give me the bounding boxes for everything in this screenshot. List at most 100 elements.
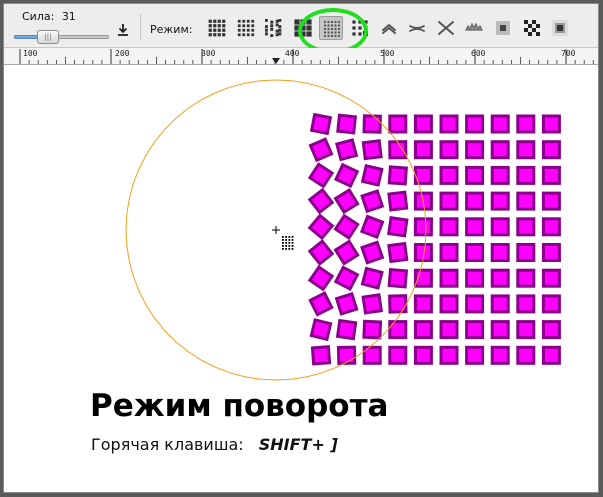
grid-square[interactable] xyxy=(465,165,485,185)
grid-square[interactable] xyxy=(490,345,510,365)
hotkey-value: SHIFT+ ] xyxy=(258,435,338,454)
grid-square[interactable] xyxy=(465,243,485,262)
grid-square[interactable] xyxy=(388,345,408,365)
grid-square[interactable] xyxy=(308,137,334,163)
window-frame: Сила: 31 ||| Режим: 100 200 300 400 500 … xyxy=(3,3,599,493)
grid-square[interactable] xyxy=(333,265,360,292)
grid-square[interactable] xyxy=(541,320,561,340)
grid-square[interactable] xyxy=(309,318,333,342)
grid-square[interactable] xyxy=(334,138,359,162)
grid-square[interactable] xyxy=(490,217,510,237)
grid-square[interactable] xyxy=(335,318,358,341)
grid-square[interactable] xyxy=(516,320,536,340)
grid-square[interactable] xyxy=(334,292,359,316)
grid-square[interactable] xyxy=(387,267,409,289)
grid-square[interactable] xyxy=(541,165,561,185)
grid-square[interactable] xyxy=(541,294,561,314)
grid-square[interactable] xyxy=(307,213,335,241)
grid-square[interactable] xyxy=(465,191,485,211)
grid-square[interactable] xyxy=(439,345,459,365)
grid-square[interactable] xyxy=(387,165,408,186)
grid-square[interactable] xyxy=(387,190,409,212)
grid-square[interactable] xyxy=(439,268,459,288)
grid-square[interactable] xyxy=(360,266,384,290)
grid-square[interactable] xyxy=(362,114,382,134)
grid-square[interactable] xyxy=(361,139,383,161)
grid-square[interactable] xyxy=(490,114,510,134)
grid-square[interactable] xyxy=(465,345,485,365)
grid-square[interactable] xyxy=(333,188,360,215)
grid-square[interactable] xyxy=(360,189,385,214)
grid-square[interactable] xyxy=(439,191,459,211)
grid-square[interactable] xyxy=(413,140,433,160)
grid-square[interactable] xyxy=(413,345,433,365)
hotkey-line: Горячая клавиша: SHIFT+ ] xyxy=(91,435,338,454)
grid-square[interactable] xyxy=(541,268,561,288)
grid-square[interactable] xyxy=(388,294,408,314)
grid-square[interactable] xyxy=(413,217,433,237)
grid-square[interactable] xyxy=(541,345,561,365)
grid-square[interactable] xyxy=(333,213,360,240)
grid-square[interactable] xyxy=(388,140,408,160)
grid-square[interactable] xyxy=(465,140,485,160)
grid-square[interactable] xyxy=(465,114,485,134)
grid-square[interactable] xyxy=(516,191,536,211)
grid-square[interactable] xyxy=(516,140,536,160)
grid-square[interactable] xyxy=(359,214,385,240)
grid-square[interactable] xyxy=(465,294,485,314)
grid-square[interactable] xyxy=(541,114,561,134)
grid-square[interactable] xyxy=(439,294,459,314)
grid-square[interactable] xyxy=(361,293,383,315)
grid-square[interactable] xyxy=(439,217,459,237)
grid-square[interactable] xyxy=(307,187,335,215)
grid-square[interactable] xyxy=(307,162,335,189)
grid-square[interactable] xyxy=(387,216,409,238)
grid-square[interactable] xyxy=(516,268,536,288)
grid-square[interactable] xyxy=(387,241,409,264)
grid-square[interactable] xyxy=(465,268,485,288)
grid-square[interactable] xyxy=(439,114,459,134)
grid-square[interactable] xyxy=(541,191,561,211)
grid-square[interactable] xyxy=(490,320,510,340)
grid-square[interactable] xyxy=(336,345,357,365)
grid-square[interactable] xyxy=(490,191,510,211)
grid-square[interactable] xyxy=(516,114,536,134)
grid-square[interactable] xyxy=(309,112,333,136)
grid-square[interactable] xyxy=(516,165,536,185)
grid-square[interactable] xyxy=(333,239,360,266)
grid-square[interactable] xyxy=(360,240,385,265)
grid-square[interactable] xyxy=(439,243,459,262)
grid-square[interactable] xyxy=(439,165,459,185)
grid-square[interactable] xyxy=(333,162,360,189)
grid-square[interactable] xyxy=(388,114,408,134)
grid-square[interactable] xyxy=(307,264,335,292)
grid-square[interactable] xyxy=(439,140,459,160)
grid-square[interactable] xyxy=(362,319,383,340)
grid-square[interactable] xyxy=(490,140,510,160)
mode-title: Режим поворота xyxy=(90,388,389,424)
grid-square[interactable] xyxy=(308,291,334,317)
grid-square[interactable] xyxy=(439,320,459,340)
grid-square[interactable] xyxy=(307,239,335,266)
grid-square[interactable] xyxy=(541,217,561,237)
grid-square[interactable] xyxy=(465,320,485,340)
grid-square[interactable] xyxy=(413,114,433,134)
grid-square[interactable] xyxy=(360,164,384,187)
grid-square[interactable] xyxy=(541,140,561,160)
grid-square[interactable] xyxy=(516,243,536,262)
grid-square[interactable] xyxy=(516,294,536,314)
grid-square[interactable] xyxy=(490,294,510,314)
grid-square[interactable] xyxy=(490,243,510,262)
hotkey-label: Горячая клавиша: xyxy=(91,435,244,454)
grid-square[interactable] xyxy=(516,345,536,365)
grid-square[interactable] xyxy=(310,345,332,366)
grid-square[interactable] xyxy=(541,243,561,262)
grid-square[interactable] xyxy=(413,320,433,340)
grid-square[interactable] xyxy=(465,217,485,237)
grid-square[interactable] xyxy=(413,294,433,314)
grid-square[interactable] xyxy=(336,113,358,135)
grid-square[interactable] xyxy=(490,268,510,288)
grid-square[interactable] xyxy=(516,217,536,237)
grid-square[interactable] xyxy=(490,165,510,185)
square-grid[interactable] xyxy=(307,112,561,366)
